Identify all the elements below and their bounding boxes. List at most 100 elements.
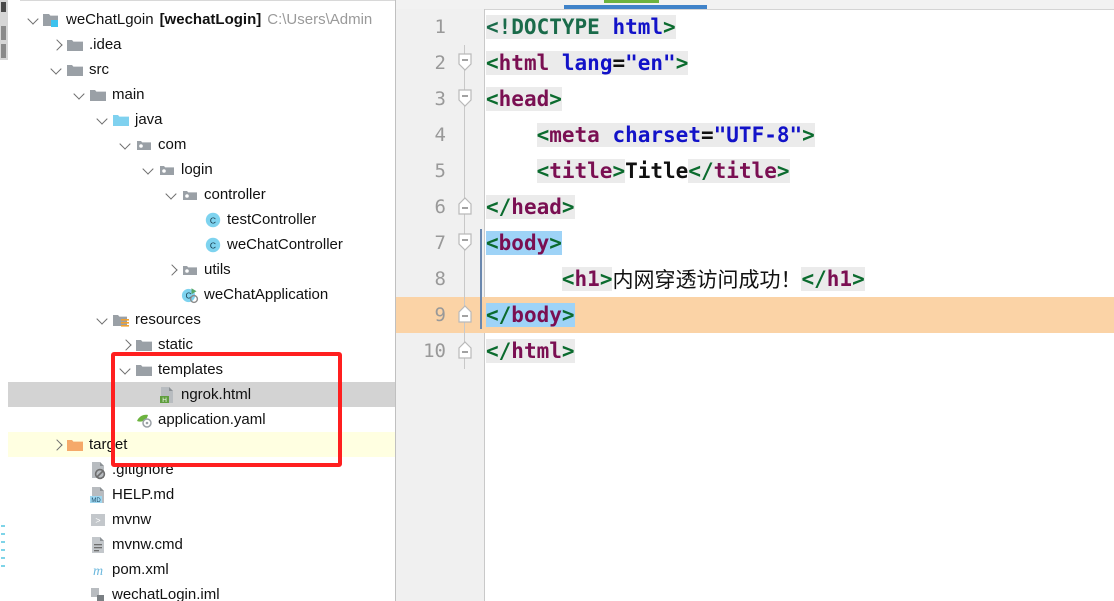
fold-toggle-icon[interactable] — [454, 45, 476, 81]
chevron-down-icon[interactable] — [95, 307, 111, 332]
chevron-down-icon[interactable] — [141, 157, 157, 182]
project-tool-window[interactable]: weChatLgoin [wechatLogin] C:\Users\Admin .i… — [8, 0, 396, 601]
code-text[interactable]: </html > — [476, 333, 1114, 369]
code-token: </ — [801, 267, 827, 291]
fold-toggle-icon[interactable] — [454, 225, 476, 261]
tree-row[interactable]: MD HELP.md — [8, 482, 395, 507]
tree-no-toggle — [187, 232, 203, 257]
code-line[interactable]: 10 </html > — [396, 333, 1114, 369]
code-text[interactable]: <!DOCTYPE html > — [476, 9, 1114, 45]
tree-row[interactable]: > mvnw — [8, 507, 395, 532]
code-text[interactable]: < head > — [476, 81, 1114, 117]
iml-file-icon — [88, 585, 108, 601]
tree-label-group: main — [112, 87, 145, 102]
code-line[interactable]: 3 < head > — [396, 81, 1114, 117]
fold-toggle-icon[interactable] — [454, 297, 476, 333]
code-line[interactable]: 7 < body > — [396, 225, 1114, 261]
tree-item-label: ngrok.html — [181, 386, 252, 403]
tree-row[interactable]: CtestController — [8, 207, 395, 232]
markdown-file-icon: MD — [88, 485, 108, 505]
tree-row[interactable]: wechatLogin.iml — [8, 582, 395, 601]
tree-row[interactable]: weChatLgoin [wechatLogin] C:\Users\Admin — [8, 7, 395, 32]
tree-item-label: weChatController — [227, 236, 343, 253]
tree-item-path: C:\Users\Admin — [267, 11, 373, 28]
code-token: > — [599, 267, 613, 291]
shell-file-icon: > — [88, 510, 108, 530]
tree-item-label: templates — [158, 361, 224, 378]
code-editor[interactable]: 1 <!DOCTYPE html >2 < html lang = "en" >3 < head >… — [396, 0, 1114, 601]
tree-row[interactable]: com — [8, 132, 395, 157]
tree-row[interactable]: m pom.xml — [8, 557, 395, 582]
chevron-down-icon[interactable] — [95, 107, 111, 132]
panel-top-divider — [20, 0, 395, 1]
tree-label-group: weChatLgoin [wechatLogin] C:\Users\Admin — [66, 12, 372, 27]
code-lines[interactable]: 1 <!DOCTYPE html >2 < html lang = "en" >3 < head >… — [396, 9, 1114, 601]
tree-row[interactable]: resources — [8, 307, 395, 332]
chevron-down-icon[interactable] — [26, 7, 42, 32]
strip-indicator-dots — [1, 525, 5, 595]
tree-item-label: mvnw — [112, 511, 152, 528]
tree-row[interactable]: utils — [8, 257, 395, 282]
chevron-down-icon[interactable] — [164, 182, 180, 207]
code-token: 内网穿透访问成功！ — [612, 268, 802, 292]
code-text[interactable]: < h1 > 内网穿透访问成功！ </h1 > — [476, 261, 1114, 297]
tree-row[interactable]: CweChatApplication — [8, 282, 395, 307]
fold-toggle-icon[interactable] — [454, 333, 476, 369]
code-text[interactable]: </head > — [476, 189, 1114, 225]
tree-item-label: testController — [227, 211, 317, 228]
tree-row[interactable]: target — [8, 432, 395, 457]
tree-label-group: .idea — [89, 37, 122, 52]
tree-item-label: HELP.md — [112, 486, 175, 503]
code-line[interactable]: 5 < title > Title </title > — [396, 153, 1114, 189]
fold-toggle-icon[interactable] — [454, 189, 476, 225]
tool-window-strip[interactable] — [0, 0, 9, 601]
code-token: head — [511, 195, 562, 219]
chevron-down-icon[interactable] — [49, 57, 65, 82]
code-text[interactable]: </body > — [476, 297, 1114, 333]
tree-item-label: controller — [204, 186, 266, 203]
code-text[interactable]: < body > — [476, 225, 1114, 261]
tree-no-toggle — [72, 582, 88, 601]
chevron-right-icon[interactable] — [164, 257, 180, 282]
tree-label-group: ngrok.html — [181, 387, 251, 402]
tree-row[interactable]: static — [8, 332, 395, 357]
chevron-right-icon[interactable] — [118, 332, 134, 357]
code-line[interactable]: 9 </body > — [396, 297, 1114, 333]
tree-row[interactable]: templates — [8, 357, 395, 382]
code-text[interactable]: < title > Title </title > — [476, 153, 1114, 189]
tree-label-group: testController — [227, 212, 316, 227]
code-line[interactable]: 2 < html lang = "en" > — [396, 45, 1114, 81]
code-line[interactable]: 1 <!DOCTYPE html > — [396, 9, 1114, 45]
chevron-right-icon[interactable] — [49, 32, 65, 57]
resources-folder-icon — [111, 310, 131, 330]
code-line[interactable]: 4 < meta charset = "UTF-8" > — [396, 117, 1114, 153]
tree-row[interactable]: application.yaml — [8, 407, 395, 432]
package-icon — [134, 135, 154, 155]
project-tree[interactable]: weChatLgoin [wechatLogin] C:\Users\Admin .i… — [8, 7, 395, 601]
tree-label-group: target — [89, 437, 127, 452]
code-line[interactable]: 6 </head > — [396, 189, 1114, 225]
tree-row[interactable]: main — [8, 82, 395, 107]
chevron-right-icon[interactable] — [49, 432, 65, 457]
code-text[interactable]: < meta charset = "UTF-8" > — [476, 117, 1114, 153]
tree-no-toggle — [72, 532, 88, 557]
tree-row[interactable]: controller — [8, 182, 395, 207]
chevron-down-icon[interactable] — [118, 132, 134, 157]
tree-label-group: utils — [204, 262, 231, 277]
tree-row[interactable]: .idea — [8, 32, 395, 57]
tree-row[interactable]: login — [8, 157, 395, 182]
indent-guide — [480, 229, 482, 329]
code-token: > — [612, 159, 626, 183]
chevron-down-icon[interactable] — [72, 82, 88, 107]
fold-toggle-icon[interactable] — [454, 81, 476, 117]
tree-row[interactable]: .gitignore — [8, 457, 395, 482]
tree-row[interactable]: mvnw.cmd — [8, 532, 395, 557]
code-text[interactable]: < html lang = "en" > — [476, 45, 1114, 81]
tree-row[interactable]: CweChatController — [8, 232, 395, 257]
line-number: 8 — [434, 268, 446, 290]
chevron-down-icon[interactable] — [118, 357, 134, 382]
tree-row[interactable]: src — [8, 57, 395, 82]
code-line[interactable]: 8 < h1 > 内网穿透访问成功！ </h1 > — [396, 261, 1114, 297]
tree-row[interactable]: java — [8, 107, 395, 132]
tree-row[interactable]: Hngrok.html — [8, 382, 395, 407]
